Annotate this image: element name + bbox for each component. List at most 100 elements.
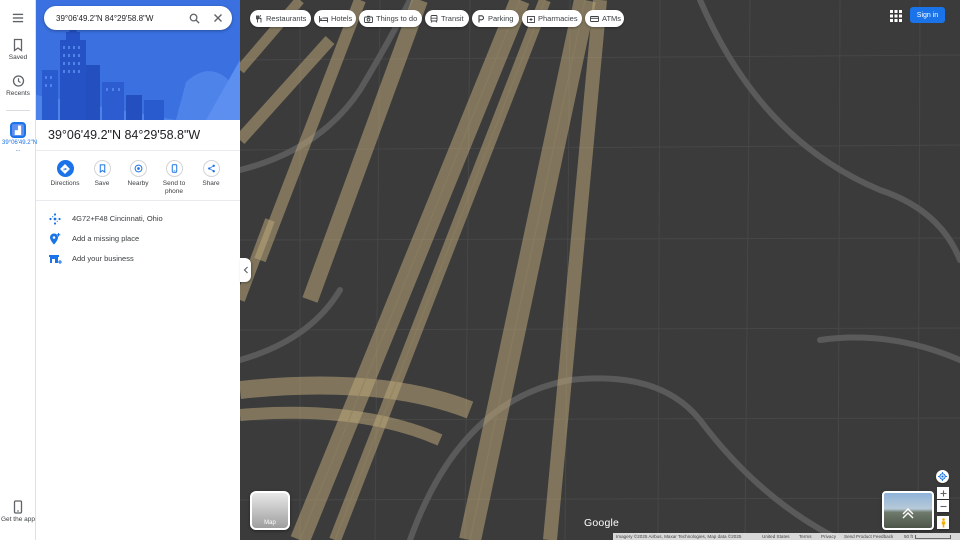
chevron-left-icon — [243, 266, 248, 274]
save-button[interactable]: Save — [82, 160, 122, 188]
recents-button[interactable]: Recents — [0, 74, 36, 97]
google-logo: Google — [584, 517, 620, 529]
add-missing-place-row[interactable]: Add a missing place — [36, 229, 240, 249]
parking-icon — [478, 14, 485, 22]
nearby-icon — [134, 164, 142, 173]
actions-divider — [36, 200, 240, 201]
save-circle — [93, 160, 111, 177]
history-icon — [12, 75, 25, 87]
plus-code-row[interactable]: 4G72+F48 Cincinnati, Ohio — [36, 209, 240, 229]
nearby-label: Nearby — [127, 180, 149, 187]
nearby-circle — [129, 160, 147, 177]
chip-pharmacies[interactable]: Pharmacies — [522, 10, 582, 27]
chip-things-to-do-label: Things to do — [376, 14, 418, 23]
rail-divider — [6, 110, 30, 111]
send-to-phone-icon — [171, 164, 177, 173]
street-view-pegman-button[interactable] — [937, 516, 949, 529]
bookmark-icon — [99, 164, 105, 173]
recent-place-label: 39°06'49.2"N ... — [2, 140, 38, 153]
chip-restaurants-label: Restaurants — [266, 14, 307, 23]
chip-restaurants[interactable]: Restaurants — [250, 10, 311, 27]
plus-code-icon — [49, 213, 61, 225]
left-rail: Saved Recents ▟ 39°06'49.2"N ... Get the… — [0, 0, 38, 540]
share-label: Share — [202, 180, 220, 187]
zoom-out-button[interactable] — [937, 500, 949, 512]
chip-things-to-do[interactable]: Things to do — [359, 10, 422, 27]
get-app-label: Get the app — [1, 516, 35, 523]
recents-label: Recents — [6, 90, 30, 97]
terms-link[interactable]: Terms — [799, 534, 812, 539]
chip-parking[interactable]: Parking — [472, 10, 519, 27]
add-business-icon — [49, 255, 62, 264]
send-to-phone-label: Send to phone — [162, 180, 186, 195]
share-button[interactable]: Share — [191, 160, 231, 188]
share-circle — [202, 160, 220, 177]
pharmacy-icon — [527, 15, 535, 23]
camera-icon — [364, 15, 373, 23]
get-app-button[interactable]: Get the app — [0, 500, 36, 523]
chip-transit[interactable]: Transit — [425, 10, 469, 27]
add-business-row[interactable]: Add your business — [36, 249, 240, 269]
send-to-phone-circle — [165, 160, 183, 177]
close-icon — [214, 14, 222, 22]
chip-parking-label: Parking — [488, 14, 514, 23]
saved-button[interactable]: Saved — [0, 38, 36, 61]
sign-in-button[interactable]: Sign in — [910, 7, 945, 23]
add-business-label: Add your business — [72, 254, 134, 263]
plus-code-text: 4G72+F48 Cincinnati, Ohio — [72, 214, 163, 223]
chip-hotels-label: Hotels — [331, 14, 353, 23]
atm-icon — [590, 15, 599, 22]
my-location-icon — [938, 472, 947, 481]
bookmark-icon — [13, 38, 23, 52]
layer-switcher-button[interactable]: Map — [250, 491, 290, 530]
directions-icon — [60, 163, 70, 174]
search-icon — [189, 13, 200, 24]
street-view-thumbnail[interactable] — [882, 491, 934, 530]
search-box[interactable] — [44, 6, 232, 30]
recent-place-item[interactable]: ▟ 39°06'49.2"N ... — [2, 120, 38, 154]
place-title: 39°06'49.2"N 84°29'58.8"W — [48, 128, 201, 142]
scale-label[interactable]: 50 ft — [904, 534, 913, 539]
google-apps-button[interactable] — [889, 9, 903, 23]
menu-button[interactable] — [0, 12, 36, 26]
place-thumbnail: ▟ — [10, 122, 26, 138]
zoom-in-button[interactable] — [937, 487, 949, 499]
directions-button[interactable]: Directions — [45, 160, 85, 188]
search-button[interactable] — [186, 10, 202, 26]
add-location-icon — [50, 233, 61, 245]
privacy-link[interactable]: Privacy — [821, 534, 836, 539]
nearby-button[interactable]: Nearby — [118, 160, 158, 188]
map-roads — [240, 0, 960, 540]
add-missing-place-label: Add a missing place — [72, 234, 140, 243]
save-label: Save — [94, 180, 110, 187]
apps-grid-icon — [890, 10, 902, 22]
restaurant-icon — [256, 14, 262, 22]
map-footer: Imagery ©2025 Airbus, Maxar Technologies… — [613, 533, 960, 540]
plus-icon — [940, 490, 946, 496]
map-canvas[interactable] — [240, 0, 960, 540]
chip-atms-label: ATMs — [602, 14, 622, 23]
train-icon — [430, 14, 438, 23]
share-icon — [207, 164, 215, 173]
chip-hotels[interactable]: Hotels — [314, 10, 356, 27]
chip-pharmacies-label: Pharmacies — [538, 14, 578, 23]
layer-label: Map — [264, 520, 276, 526]
send-to-phone-button[interactable]: Send to phone — [154, 160, 194, 196]
imagery-attribution: Imagery ©2025 Airbus, Maxar Technologies… — [616, 534, 742, 539]
hotel-icon — [319, 15, 328, 22]
chip-atms[interactable]: ATMs — [585, 10, 624, 27]
hamburger-menu-icon — [12, 13, 24, 23]
collapse-panel-button[interactable] — [240, 258, 251, 282]
clear-search-button[interactable] — [210, 10, 226, 26]
search-input[interactable] — [56, 11, 182, 25]
street-view-arrows-icon — [902, 508, 914, 519]
directions-circle — [56, 160, 74, 177]
my-location-button[interactable] — [936, 470, 949, 483]
region-link[interactable]: United States — [762, 534, 790, 539]
phone-icon — [13, 500, 23, 514]
scale-bar — [915, 535, 951, 539]
saved-label: Saved — [8, 54, 28, 61]
pegman-icon — [941, 517, 945, 527]
directions-label: Directions — [50, 180, 80, 187]
send-feedback-link[interactable]: Send Product Feedback — [844, 534, 893, 539]
